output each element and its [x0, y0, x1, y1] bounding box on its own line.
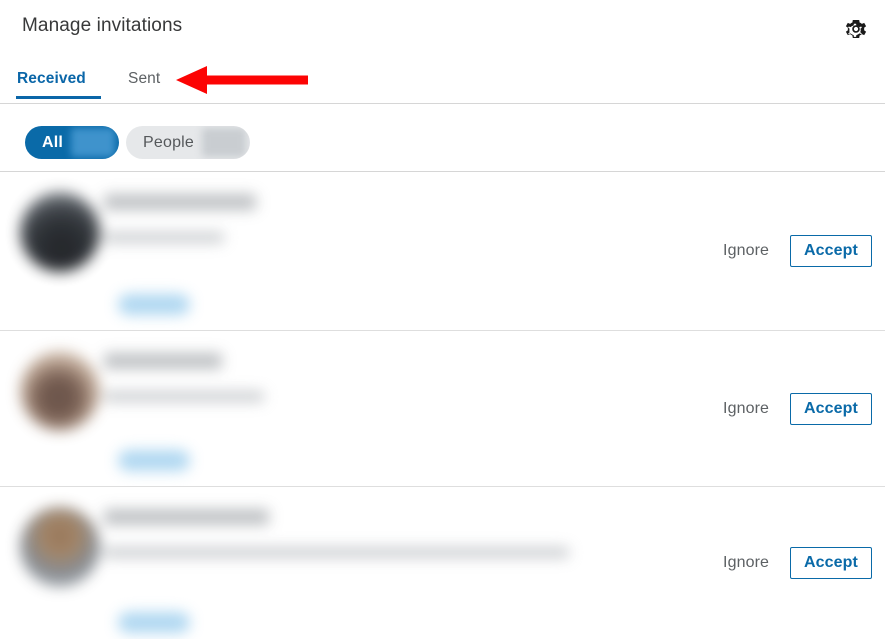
invitation-actions: Ignore Accept: [721, 172, 872, 330]
table-row[interactable]: Ignore Accept: [0, 331, 885, 487]
filter-pill-bar: All People: [0, 104, 885, 172]
gear-icon: [844, 17, 868, 41]
filter-pill-people-count: [202, 128, 247, 157]
invitation-actions: Ignore Accept: [721, 331, 872, 486]
invitation-headline-redacted: [104, 547, 569, 558]
tab-sent[interactable]: Sent: [128, 60, 160, 103]
filter-pill-all-label: All: [42, 133, 64, 151]
page-title: Manage invitations: [22, 15, 183, 36]
status-badge: [118, 450, 190, 471]
status-badge: [118, 294, 190, 315]
ignore-button[interactable]: Ignore: [721, 550, 771, 576]
invitation-profile-redacted: [20, 172, 575, 330]
accept-button[interactable]: Accept: [790, 392, 872, 425]
accept-button[interactable]: Accept: [790, 235, 872, 267]
filter-pill-people[interactable]: People: [126, 126, 251, 159]
invitation-profile-redacted: [20, 487, 575, 639]
invitation-name-redacted: [104, 509, 269, 525]
avatar: [20, 351, 100, 431]
avatar: [20, 192, 100, 272]
invitation-name-redacted: [104, 353, 222, 369]
invitation-headline-redacted: [104, 391, 264, 402]
settings-gear-button[interactable]: [843, 16, 869, 42]
table-row[interactable]: Ignore Accept: [0, 172, 885, 331]
invitation-name-redacted: [104, 194, 256, 210]
invitation-headline-redacted: [104, 232, 224, 243]
avatar: [20, 507, 100, 587]
filter-pill-all[interactable]: All: [25, 126, 120, 159]
invitations-list: Ignore Accept Ignore Accept Ignore Accep…: [0, 172, 885, 639]
status-badge: [118, 612, 190, 633]
filter-pill-all-count: [71, 128, 116, 157]
accept-button[interactable]: Accept: [790, 547, 872, 579]
invitations-tabbar: Received Sent: [0, 60, 885, 104]
page-header: Manage invitations: [0, 0, 885, 56]
active-tab-indicator: [16, 96, 101, 99]
manage-invitations-page: Manage invitations Received Sent All Peo…: [0, 0, 885, 639]
table-row[interactable]: Ignore Accept: [0, 487, 885, 639]
ignore-button[interactable]: Ignore: [721, 238, 771, 264]
invitation-profile-redacted: [20, 331, 575, 486]
filter-pill-people-label: People: [143, 133, 195, 151]
invitation-actions: Ignore Accept: [721, 487, 872, 639]
ignore-button[interactable]: Ignore: [721, 396, 771, 422]
